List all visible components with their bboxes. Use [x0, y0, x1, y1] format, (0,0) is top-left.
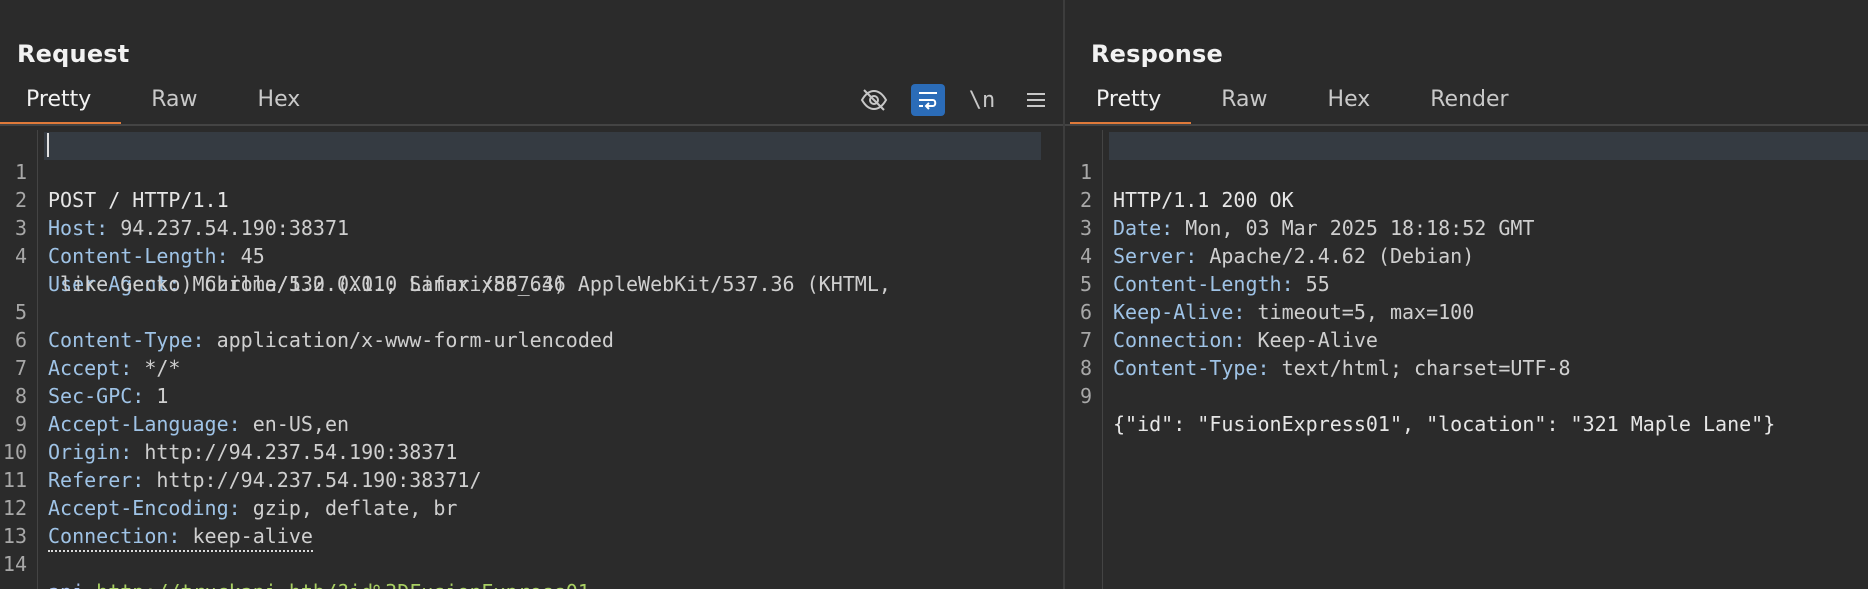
request-line-4-wrapped: like Gecko) Chrome/132.0.0.0 Safari/537.… [0, 242, 1063, 296]
body-param-name: api [48, 580, 84, 589]
request-line-1: 1 POST / HTTP/1.1 [0, 130, 1063, 212]
request-tabs-divider [0, 124, 1063, 126]
response-pane: Response Pretty Raw Hex Render 1 HTTP/1.… [1065, 0, 1868, 589]
response-line-4: 4 Content-Length: 55 [1065, 214, 1868, 296]
request-pane: Request Pretty Raw Hex \n 1 POST / HTTP/… [0, 0, 1063, 589]
line-number: 9 [1079, 384, 1092, 408]
newline-toggle-button[interactable]: \n [965, 84, 999, 116]
response-line-7: 7 Content-Type: text/html; charset=UTF-8 [1065, 298, 1868, 380]
wrap-lines-icon[interactable] [911, 84, 945, 116]
text-caret [47, 133, 49, 157]
request-title: Request [17, 40, 130, 68]
request-line-12: 12 Connection: keep-alive [0, 466, 1063, 552]
request-line-3: 3 Content-Length: 45 [0, 186, 1063, 268]
body-param-value: http://truckapi.htb/?id%3DFusionExpress0… [96, 580, 590, 589]
response-editor[interactable]: 1 HTTP/1.1 200 OK 2 Date: Mon, 03 Mar 20… [1065, 130, 1868, 589]
request-editor[interactable]: 1 POST / HTTP/1.1 2 Host: 94.237.54.190:… [0, 130, 1063, 589]
response-line-9: 9 {"id": "FusionExpress01", "location": … [1065, 354, 1868, 436]
response-body: {"id": "FusionExpress01", "location": "3… [1113, 412, 1776, 436]
request-tab-raw[interactable]: Raw [121, 86, 227, 124]
request-line-2: 2 Host: 94.237.54.190:38371 [0, 158, 1063, 240]
hamburger-menu-icon[interactable] [1019, 84, 1053, 116]
request-line-9: 9 Origin: http://94.237.54.190:38371 [0, 382, 1063, 464]
response-tabs-divider [1065, 124, 1868, 126]
response-line-6: 6 Connection: Keep-Alive [1065, 270, 1868, 352]
request-line-7: 7 Sec-GPC: 1 [0, 326, 1063, 408]
response-tab-hex[interactable]: Hex [1298, 86, 1401, 124]
response-title: Response [1091, 40, 1223, 68]
request-line-5: 5 Content-Type: application/x-www-form-u… [0, 270, 1063, 352]
line-number: 14 [2, 552, 27, 576]
response-line-5: 5 Keep-Alive: timeout=5, max=100 [1065, 242, 1868, 324]
response-tab-pretty[interactable]: Pretty [1070, 86, 1192, 126]
eye-slash-icon[interactable] [857, 84, 891, 116]
request-line-10: 10 Referer: http://94.237.54.190:38371/ [0, 410, 1063, 492]
response-line-8: 8 [1065, 326, 1868, 380]
request-tab-hex[interactable]: Hex [228, 86, 331, 124]
http-message-viewer: Request Pretty Raw Hex \n 1 POST / HTTP/… [0, 0, 1868, 589]
request-tab-pretty[interactable]: Pretty [0, 86, 122, 126]
request-toolbar: \n [857, 84, 1053, 116]
response-tab-render[interactable]: Render [1400, 86, 1538, 124]
request-line-14: 14 api=http://truckapi.htb/?id%3DFusionE… [0, 522, 1063, 589]
request-line-8: 8 Accept-Language: en-US,en [0, 354, 1063, 436]
response-line-2: 2 Date: Mon, 03 Mar 2025 18:18:52 GMT [1065, 158, 1868, 240]
response-line-1: 1 HTTP/1.1 200 OK [1065, 130, 1868, 212]
request-line-4: 4 User-Agent: Mozilla/5.0 (X11; Linux x8… [0, 214, 1063, 296]
response-line-3: 3 Server: Apache/2.4.62 (Debian) [1065, 186, 1868, 268]
request-line-6: 6 Accept: */* [0, 298, 1063, 380]
response-tabs: Pretty Raw Hex Render [1070, 86, 1868, 126]
response-tab-raw[interactable]: Raw [1191, 86, 1297, 124]
request-line-13: 13 [0, 494, 1063, 548]
request-line-11: 11 Accept-Encoding: gzip, deflate, br [0, 438, 1063, 520]
